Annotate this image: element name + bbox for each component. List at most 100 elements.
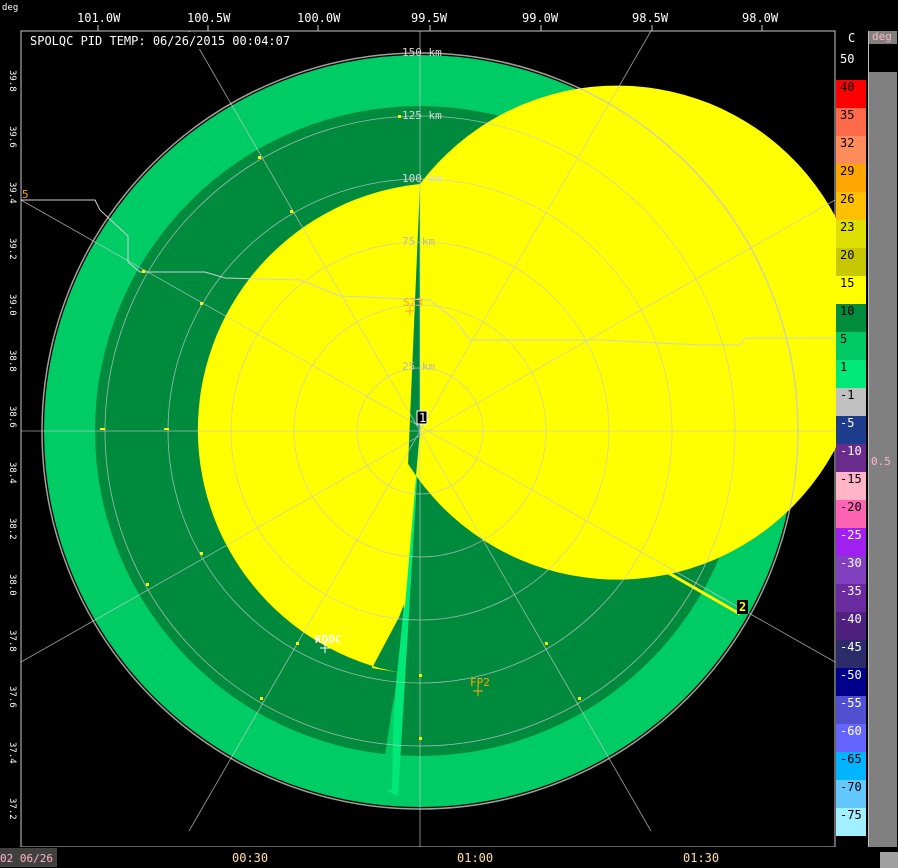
- lat-label-38.0: 38.0: [7, 574, 17, 596]
- legend-row: 26: [836, 192, 866, 220]
- time-tick-0100: 01:00: [457, 851, 493, 865]
- legend-row: -1: [836, 388, 866, 416]
- legend-label: 15: [840, 276, 855, 290]
- elevation-bar-top: [869, 44, 897, 72]
- range-label-150: 150 km: [402, 46, 442, 59]
- lat-label-39.4: 39.4: [7, 182, 17, 204]
- legend-row: 32: [836, 136, 866, 164]
- time-tick-0130: 01:30: [683, 851, 719, 865]
- marker-2-label: 2: [739, 600, 746, 614]
- legend-row: 20: [836, 248, 866, 276]
- edge-marker-5: 5: [22, 188, 29, 201]
- legend-row: -25: [836, 528, 866, 556]
- lon-label-100.5: 100.5W: [187, 11, 231, 25]
- legend-row: 5: [836, 332, 866, 360]
- legend-label: -1: [840, 388, 855, 402]
- legend-row: 40: [836, 80, 866, 108]
- lat-label-37.6: 37.6: [7, 686, 17, 708]
- elevation-value: 0.5: [871, 455, 891, 468]
- legend-label: -10: [840, 444, 862, 458]
- lon-ticks: [97, 25, 763, 31]
- legend-row: 23: [836, 220, 866, 248]
- legend-row: -60: [836, 724, 866, 752]
- legend-label: 50: [840, 52, 855, 66]
- legend-row: -15: [836, 472, 866, 500]
- legend-label: -75: [840, 808, 862, 822]
- lat-label-37.2: 37.2: [7, 798, 17, 820]
- range-label-100: 100 km: [402, 172, 442, 185]
- legend-label: 20: [840, 248, 855, 262]
- legend-row: -45: [836, 640, 866, 668]
- legend-row: -10: [836, 444, 866, 472]
- legend-row: 1: [836, 360, 866, 388]
- radar-map: 150 km 125 km 100 km 75 km 25 km 1 KDDC …: [0, 3, 898, 868]
- legend-label: -25: [840, 528, 862, 542]
- legend-label: -55: [840, 696, 862, 710]
- lat-label-38.2: 38.2: [7, 518, 17, 540]
- legend-row: -55: [836, 696, 866, 724]
- legend-label: -20: [840, 500, 862, 514]
- site-s23-label: S23: [403, 296, 423, 309]
- legend-row: 29: [836, 164, 866, 192]
- lat-label-38.8: 38.8: [7, 350, 17, 372]
- time-axis-left-label: 02 06/26: [0, 852, 53, 865]
- legend-row: 10: [836, 304, 866, 332]
- legend-row: -30: [836, 556, 866, 584]
- lon-label-99.5: 99.5W: [411, 11, 448, 25]
- elevation-bar[interactable]: [868, 31, 897, 847]
- site-kddc-label: KDDC: [315, 633, 342, 646]
- legend-unit: C: [848, 31, 856, 45]
- lat-label-38.4: 38.4: [7, 462, 17, 484]
- legend-label: 32: [840, 136, 855, 150]
- range-label-125: 125 km: [402, 109, 442, 122]
- legend-row: 15: [836, 276, 866, 304]
- plot-title: SPOLQC PID TEMP: 06/26/2015 00:04:07: [30, 34, 290, 48]
- lon-label-100.0: 100.0W: [297, 11, 341, 25]
- legend-label: -50: [840, 668, 862, 682]
- legend-label: 5: [840, 332, 848, 346]
- legend-label: -70: [840, 780, 862, 794]
- legend-label: 23: [840, 220, 855, 234]
- legend-label: 10: [840, 304, 855, 318]
- legend-label: -35: [840, 584, 862, 598]
- legend-row: 50: [836, 52, 866, 80]
- lat-label-37.8: 37.8: [7, 630, 17, 652]
- side-unit-label: deg: [872, 30, 892, 43]
- time-axis-bg: [0, 847, 898, 868]
- legend-label: -15: [840, 472, 862, 486]
- legend-label: -5: [840, 416, 855, 430]
- left-unit-label: deg: [2, 3, 18, 13]
- site-fp2-label: FP2: [470, 676, 490, 689]
- legend-row: -65: [836, 752, 866, 780]
- lon-label-98.0: 98.0W: [742, 11, 779, 25]
- legend-label: -45: [840, 640, 862, 654]
- lat-label-39.6: 39.6: [7, 126, 17, 148]
- legend-label: -60: [840, 724, 862, 738]
- lat-label-39.8: 39.8: [7, 70, 17, 92]
- lat-label-39.0: 39.0: [7, 294, 17, 316]
- legend-row: -75: [836, 808, 866, 836]
- time-tick-0030: 00:30: [232, 851, 268, 865]
- color-legend: 50 40 35 32 29 26 23 20 15 10 5 1 -1 -5 -10 -15 -20 -25 -3…: [836, 52, 866, 836]
- legend-label: -65: [840, 752, 862, 766]
- range-label-75: 75 km: [402, 235, 435, 248]
- legend-row: -40: [836, 612, 866, 640]
- legend-row: -50: [836, 668, 866, 696]
- lat-label-39.2: 39.2: [7, 238, 17, 260]
- lat-label-37.4: 37.4: [7, 742, 17, 764]
- radar-center-label: 1: [419, 411, 426, 425]
- legend-label: 1: [840, 360, 848, 374]
- legend-row: -5: [836, 416, 866, 444]
- time-axis-scroll-thumb[interactable]: [880, 852, 898, 868]
- legend-row: -35: [836, 584, 866, 612]
- legend-label: 26: [840, 192, 855, 206]
- lat-label-38.6: 38.6: [7, 406, 17, 428]
- legend-row: -70: [836, 780, 866, 808]
- range-label-25: 25 km: [402, 360, 435, 373]
- legend-label: 40: [840, 80, 855, 94]
- legend-row: -20: [836, 500, 866, 528]
- legend-label: -40: [840, 612, 862, 626]
- legend-label: 29: [840, 164, 855, 178]
- legend-row: 35: [836, 108, 866, 136]
- lon-label-98.5: 98.5W: [632, 11, 669, 25]
